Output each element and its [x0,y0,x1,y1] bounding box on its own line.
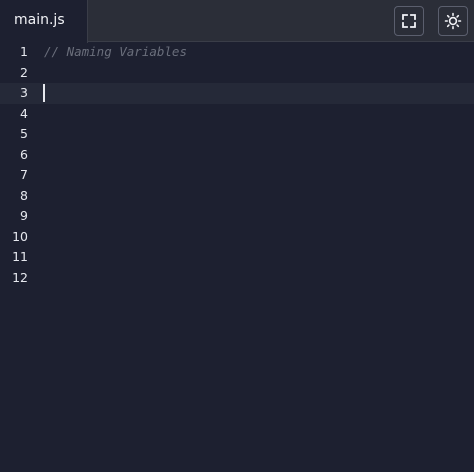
line-number: 7 [20,167,28,182]
line-number: 8 [20,187,28,203]
sun-icon [444,12,462,30]
line-number: 5 [20,126,28,141]
line-number: 12 [12,269,28,285]
tab-label: main.js [14,12,65,28]
code-line[interactable]: 5 [0,124,474,145]
code-line[interactable]: 1 // Naming Variables [0,42,474,63]
line-number: 2 [20,64,28,80]
code-line[interactable]: 9 [0,206,474,227]
editor-topbar: main.js [0,0,474,43]
code-line[interactable]: 11 [0,247,474,268]
code-line[interactable]: 4 [0,104,474,125]
line-number: 1 [20,44,28,59]
line-number: 11 [12,249,28,264]
line-number: 6 [20,146,28,162]
code-editor[interactable]: main.js 1 // Naming Variables 2 3 4 5 6 … [0,0,474,472]
code-line[interactable]: 10 [0,227,474,248]
tab-main-js[interactable]: main.js [0,0,88,43]
code-line[interactable]: 6 [0,145,474,166]
code-line[interactable]: 8 [0,186,474,207]
line-number: 9 [20,208,28,223]
code-line[interactable]: 12 [0,268,474,289]
line-number: 3 [20,85,28,100]
fullscreen-icon [401,13,417,29]
line-number: 4 [20,105,28,121]
line-number: 10 [12,228,28,244]
text-cursor [43,84,45,102]
code-line[interactable]: 7 [0,165,474,186]
code-line[interactable]: 2 [0,63,474,84]
code-line[interactable]: 3 [0,83,474,104]
line-code: // Naming Variables [44,44,187,59]
fullscreen-button[interactable] [394,6,424,36]
theme-toggle-button[interactable] [438,6,468,36]
